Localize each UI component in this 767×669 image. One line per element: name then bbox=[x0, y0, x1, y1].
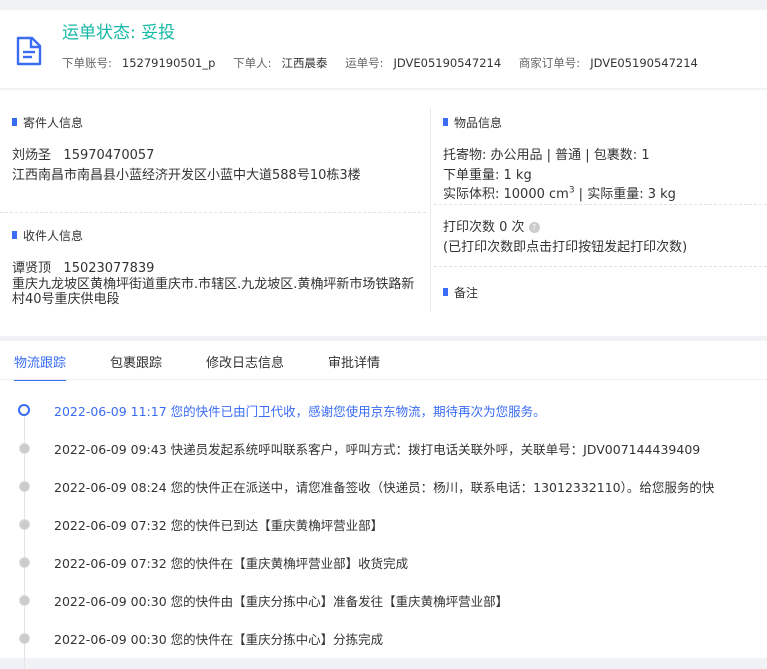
tab-underline bbox=[0, 379, 767, 380]
timeline-text: 您的快件已由门卫代收，感谢您使用京东物流，期待再次为您服务。 bbox=[170, 404, 546, 419]
timeline-entry: 2022-06-09 09:43 快递员发起系统呼叫联系客户，呼叫方式：拨打电话关… bbox=[54, 439, 700, 458]
timeline-dot bbox=[19, 443, 30, 454]
timeline-dot bbox=[19, 481, 30, 492]
volume-label: 实际体积: 10000 cm bbox=[443, 187, 569, 202]
meta-value: 江西晨泰 bbox=[281, 56, 328, 70]
receiver-address: 重庆九龙坡区黄桷坪街道重庆市.市辖区.九龙坡区.黄桷坪新市场铁路新村40号重庆供… bbox=[12, 277, 415, 307]
timeline-time: 2022-06-09 00:30 bbox=[54, 594, 167, 609]
receiver-section-title: 收件人信息 bbox=[12, 227, 83, 244]
tab-approval-details[interactable]: 审批详情 bbox=[328, 352, 380, 381]
sender-contact: 刘炀圣 15970470057 bbox=[12, 144, 154, 163]
timeline-text: 您的快件在【重庆黄桷坪营业部】收货完成 bbox=[170, 556, 409, 571]
divider bbox=[0, 212, 426, 213]
print-count: 打印次数 0 次? bbox=[443, 216, 540, 235]
timeline-text: 您的快件在【重庆分拣中心】分拣完成 bbox=[170, 632, 384, 647]
timeline-entry: 2022-06-09 07:32 您的快件在【重庆黄桷坪营业部】收货完成 bbox=[54, 553, 408, 572]
timeline-text: 您的快件已到达【重庆黄桷坪营业部】 bbox=[170, 518, 384, 533]
timeline-entry: 2022-06-09 07:32 您的快件已到达【重庆黄桷坪营业部】 bbox=[54, 515, 383, 534]
divider bbox=[434, 204, 767, 205]
timeline-time: 2022-06-09 00:30 bbox=[54, 632, 167, 647]
document-icon bbox=[16, 36, 42, 66]
receiver-name: 谭贤顶 bbox=[12, 261, 52, 276]
meta-value: 15279190501_p bbox=[121, 56, 216, 70]
timeline-entry: 2022-06-09 00:30 您的快件由【重庆分拣中心】准备发往【重庆黄桷坪营… bbox=[54, 591, 508, 610]
timeline-text: 您的快件由【重庆分拣中心】准备发往【重庆黄桷坪营业部】 bbox=[170, 594, 509, 609]
timeline-dot-active bbox=[18, 404, 30, 416]
goods-summary: 托寄物: 办公用品 | 普通 | 包裹数: 1 bbox=[443, 148, 650, 163]
timeline-time: 2022-06-09 11:17 bbox=[54, 404, 167, 419]
print-count-note: (已打印次数即点击打印按钮发起打印次数) bbox=[443, 240, 688, 255]
print-count-label: 打印次数 0 次 bbox=[443, 220, 525, 235]
timeline-entry: 2022-06-09 00:30 您的快件在【重庆分拣中心】分拣完成 bbox=[54, 629, 383, 648]
actual-volume-weight: 实际体积: 10000 cm3 | 实际重量: 3 kg bbox=[443, 183, 676, 202]
sender-name: 刘炀圣 bbox=[12, 148, 52, 163]
sender-phone: 15970470057 bbox=[63, 148, 155, 163]
sender-section-title: 寄件人信息 bbox=[12, 114, 83, 131]
timeline-time: 2022-06-09 09:43 bbox=[54, 442, 167, 457]
timeline-entry: 2022-06-09 08:24 您的快件正在派送中，请您准备签收（快递员：杨川，… bbox=[54, 477, 714, 496]
waybill-meta: 下单账号: 15279190501_p 下单人: 江西晨泰 运单号: JDVE0519… bbox=[62, 55, 712, 71]
timeline-text: 快递员发起系统呼叫联系客户，呼叫方式：拨打电话关联外呼，关联单号：JDV0071… bbox=[170, 442, 701, 457]
receiver-phone: 15023077839 bbox=[63, 261, 155, 276]
timeline-time: 2022-06-09 07:32 bbox=[54, 518, 167, 533]
meta-label: 下单账号: bbox=[62, 56, 112, 70]
tab-bar: 物流跟踪 包裹跟踪 修改日志信息 审批详情 bbox=[14, 352, 424, 381]
timeline-dot bbox=[19, 519, 30, 530]
timeline-time: 2022-06-09 07:32 bbox=[54, 556, 167, 571]
timeline-time: 2022-06-09 08:24 bbox=[54, 480, 167, 495]
divider bbox=[434, 266, 767, 267]
meta-value: JDVE05190547214 bbox=[393, 56, 502, 70]
timeline-dot bbox=[19, 557, 30, 568]
timeline-dot bbox=[19, 595, 30, 606]
meta-label: 商家订单号: bbox=[518, 56, 581, 70]
waybill-header: 运单状态: 妥投 下单账号: 15279190501_p 下单人: 江西晨泰 运单号… bbox=[0, 10, 767, 88]
tracking-panel: 物流跟踪 包裹跟踪 修改日志信息 审批详情 2022-06-09 11:17 您的… bbox=[0, 341, 767, 669]
timeline-entry: 2022-06-09 11:17 您的快件已由门卫代收，感谢您使用京东物流，期待再… bbox=[54, 401, 546, 420]
tab-logistics-tracking[interactable]: 物流跟踪 bbox=[14, 352, 67, 381]
question-icon[interactable]: ? bbox=[528, 222, 540, 233]
meta-value: JDVE05190547214 bbox=[590, 56, 698, 70]
waybill-status: 运单状态: 妥投 bbox=[62, 23, 176, 43]
timeline-text: 您的快件正在派送中，请您准备签收（快递员：杨川，联系电话：13012332110… bbox=[170, 480, 715, 495]
sender-address: 江西南昌市南昌县小蓝经济开发区小蓝中大道588号10栋3楼 bbox=[12, 168, 361, 183]
tab-change-log[interactable]: 修改日志信息 bbox=[206, 352, 284, 381]
remark-section-title: 备注 bbox=[443, 284, 478, 301]
meta-label: 运单号: bbox=[345, 56, 384, 70]
order-weight: 下单重量: 1 kg bbox=[443, 168, 532, 183]
receiver-contact: 谭贤顶 15023077839 bbox=[12, 257, 154, 276]
timeline-dot bbox=[19, 633, 30, 644]
goods-section-title: 物品信息 bbox=[443, 114, 502, 131]
weight-label: | 实际重量: 3 kg bbox=[574, 187, 676, 202]
column-divider bbox=[430, 108, 431, 312]
info-panel: 寄件人信息 刘炀圣 15970470057 江西南昌市南昌县小蓝经济开发区小蓝中… bbox=[0, 90, 767, 336]
tab-package-tracking[interactable]: 包裹跟踪 bbox=[110, 352, 162, 381]
meta-label: 下单人: bbox=[233, 56, 272, 70]
